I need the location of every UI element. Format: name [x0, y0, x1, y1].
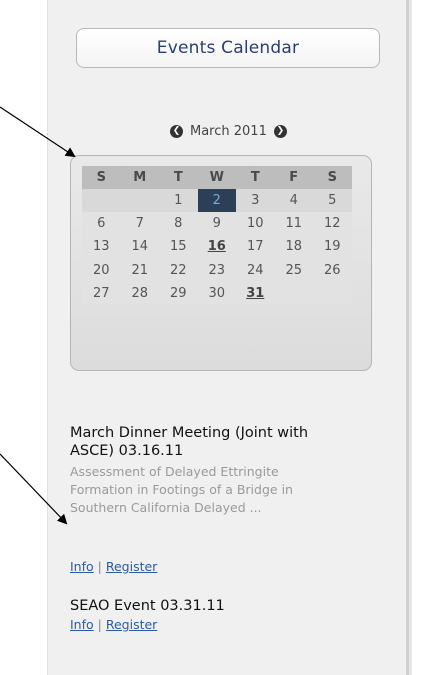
annotation-arrow-calendar	[0, 106, 76, 158]
annotation-arrows	[0, 106, 76, 525]
annotation-arrow-info	[0, 453, 68, 525]
